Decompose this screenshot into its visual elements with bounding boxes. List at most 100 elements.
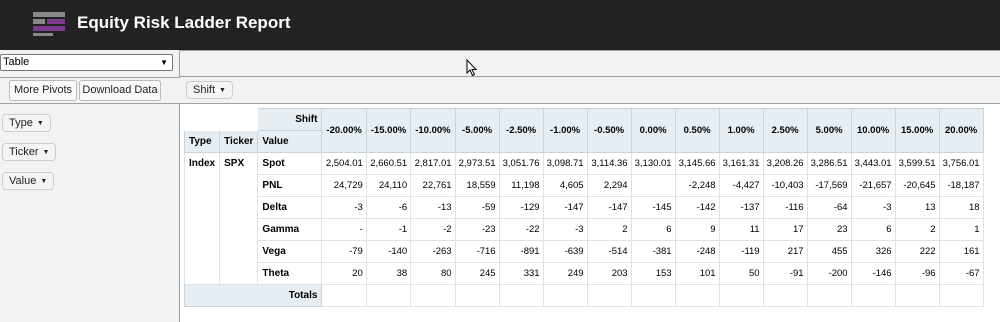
table-cell: 217 xyxy=(762,240,808,263)
row-attr-ticker[interactable]: Ticker ▼ xyxy=(2,143,57,161)
table-cell: -248 xyxy=(674,240,720,263)
table-cell: 101 xyxy=(674,262,720,285)
table-cell: -3 xyxy=(321,196,367,219)
col-attr-shift[interactable]: Shift ▼ xyxy=(186,81,233,99)
table-cell: -145 xyxy=(630,196,676,219)
table-cell: 3,286.51 xyxy=(806,152,852,175)
table-cell: 1 xyxy=(938,218,984,241)
table-cell: -79 xyxy=(321,240,367,263)
col-header: -2.50% xyxy=(498,108,544,153)
triangle-down-icon[interactable]: ▼ xyxy=(43,149,50,156)
table-cell: 2,817.01 xyxy=(410,152,456,175)
table-cell: 331 xyxy=(498,262,544,285)
table-cell: 22,761 xyxy=(410,174,456,197)
row-label-value: Vega xyxy=(257,240,323,263)
table-cell: 161 xyxy=(938,240,984,263)
totals-cell xyxy=(718,284,764,307)
table-cell: 3,130.01 xyxy=(630,152,676,175)
row-label-value: Delta xyxy=(257,196,323,219)
totals-row: Totals xyxy=(183,284,984,307)
col-axis-label: Shift xyxy=(257,108,323,131)
table-cell: 20 xyxy=(321,262,367,285)
table-cell: 222 xyxy=(894,240,940,263)
col-attr-label: Shift xyxy=(193,84,216,96)
col-header: -5.00% xyxy=(454,108,500,153)
table-cell: 3,051.76 xyxy=(498,152,544,175)
mouse-cursor-icon xyxy=(466,59,478,77)
table-cell: 153 xyxy=(630,262,676,285)
table-cell: -381 xyxy=(630,240,676,263)
table-cell: 18 xyxy=(938,196,984,219)
page-title: Equity Risk Ladder Report xyxy=(77,13,291,32)
triangle-down-icon[interactable]: ▼ xyxy=(40,178,47,185)
row-label-value: Theta xyxy=(257,262,323,285)
table-cell: 3,756.01 xyxy=(938,152,984,175)
table-cell: 9 xyxy=(674,218,720,241)
table-cell: -263 xyxy=(410,240,456,263)
table-cell: 3,098.71 xyxy=(542,152,588,175)
table-cell: -96 xyxy=(894,262,940,285)
table-row: Theta 20 38 80 245 331 249 203 153 101 5… xyxy=(185,262,984,285)
table-cell: 24,110 xyxy=(365,174,412,197)
table-cell: -22 xyxy=(498,218,544,241)
col-header: 15.00% xyxy=(894,108,940,153)
table-cell: 2 xyxy=(586,218,632,241)
table-cell: 245 xyxy=(454,262,500,285)
download-data-button[interactable]: Download Data xyxy=(79,80,161,101)
row-header-value: Value xyxy=(257,130,323,153)
totals-cell xyxy=(674,284,720,307)
table-cell: 38 xyxy=(365,262,412,285)
aggregator-bar: More Pivots Download Data xyxy=(0,77,180,104)
row-attr-label: Ticker xyxy=(9,146,39,158)
table-cell: 2,973.51 xyxy=(454,152,500,175)
table-cell: 2,660.51 xyxy=(365,152,412,175)
table-cell: -2,248 xyxy=(674,174,720,197)
table-cell: -64 xyxy=(806,196,852,219)
more-pivots-button[interactable]: More Pivots xyxy=(9,80,77,101)
totals-cell xyxy=(586,284,632,307)
triangle-down-icon[interactable]: ▼ xyxy=(219,87,226,94)
table-cell: -200 xyxy=(806,262,852,285)
table-cell: -639 xyxy=(542,240,588,263)
table-cell: 4,605 xyxy=(542,174,588,197)
unused-attributes-area[interactable] xyxy=(180,50,1000,77)
table-cell: 3,208.26 xyxy=(762,152,808,175)
app-logo-icon xyxy=(33,12,65,36)
table-cell: 11,198 xyxy=(498,174,544,197)
renderer-select[interactable]: Table ▼ xyxy=(0,54,173,71)
col-header: 0.50% xyxy=(674,108,720,153)
row-label-value: PNL xyxy=(257,174,323,197)
table-cell: -6 xyxy=(365,196,412,219)
row-attr-label: Type xyxy=(9,117,33,129)
row-attr-label: Value xyxy=(9,175,37,187)
totals-label: Totals xyxy=(183,284,323,307)
row-attr-type[interactable]: Type ▼ xyxy=(2,114,51,132)
table-cell: -23 xyxy=(454,218,500,241)
col-header: -20.00% xyxy=(321,108,367,153)
table-cell: -2 xyxy=(410,218,456,241)
table-cell: 18,559 xyxy=(454,174,500,197)
triangle-down-icon[interactable]: ▼ xyxy=(37,120,44,127)
table-cell: -59 xyxy=(454,196,500,219)
pivot-table: Shift -20.00% -15.00% -10.00% -5.00% -2.… xyxy=(183,108,984,307)
table-row: Delta -3 -6 -13 -59 -129 -147 -147 -145 … xyxy=(185,196,984,219)
row-label-ticker: SPX xyxy=(219,152,259,285)
table-cell: 2 xyxy=(894,218,940,241)
table-cell: -3 xyxy=(542,218,588,241)
totals-cell xyxy=(498,284,544,307)
table-cell: 455 xyxy=(806,240,852,263)
table-cell: -17,569 xyxy=(806,174,852,197)
table-cell: -142 xyxy=(674,196,720,219)
table-cell: -1 xyxy=(365,218,412,241)
table-cell: 3,114.36 xyxy=(586,152,632,175)
table-cell: -716 xyxy=(454,240,500,263)
col-header: 2.50% xyxy=(762,108,808,153)
row-attr-value[interactable]: Value ▼ xyxy=(2,172,55,190)
table-cell: -116 xyxy=(762,196,808,219)
totals-cell xyxy=(410,284,456,307)
row-header-ticker: Ticker xyxy=(219,130,259,153)
table-cell: -147 xyxy=(542,196,588,219)
table-cell: -147 xyxy=(586,196,632,219)
table-cell: -146 xyxy=(850,262,896,285)
table-row: Vega -79 -140 -263 -716 -891 -639 -514 -… xyxy=(185,240,984,263)
